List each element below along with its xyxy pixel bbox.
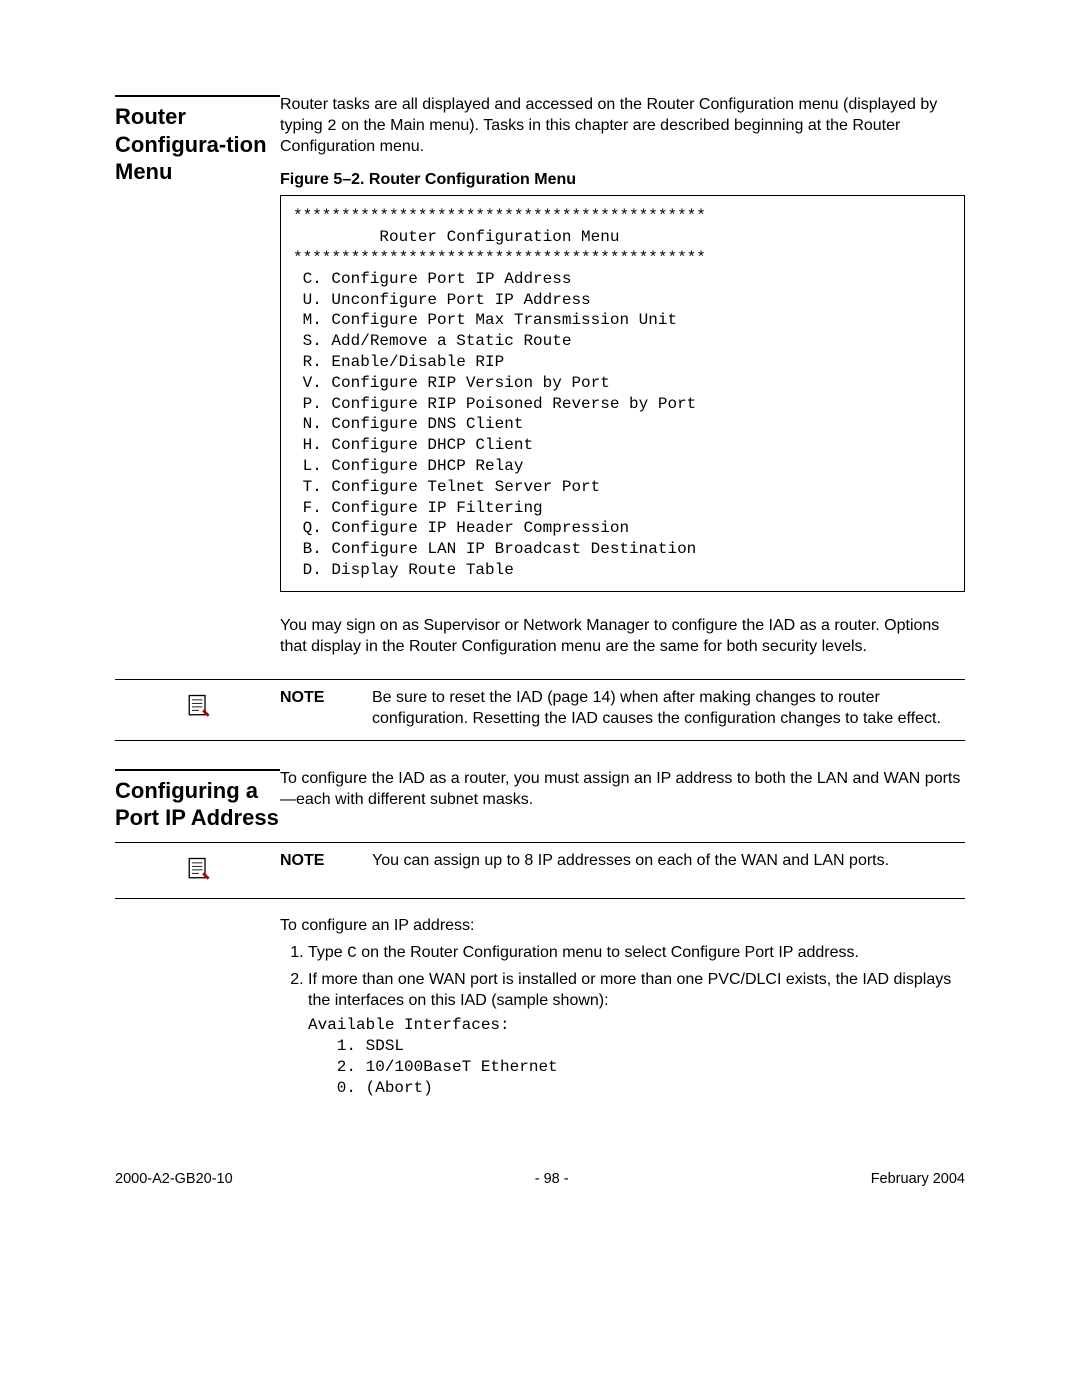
page: Router Configura-tion Menu Router tasks … <box>0 0 1080 1397</box>
heading-configuring-port-ip: Configuring a Port IP Address <box>115 769 280 832</box>
figure-caption: Figure 5–2. Router Configuration Menu <box>280 171 965 189</box>
steps-list: Type C on the Router Configuration menu … <box>280 943 965 1099</box>
step1-post: on the Router Configuration menu to sele… <box>357 944 859 961</box>
note-text-1: Be sure to reset the IAD (page 14) when … <box>372 688 965 730</box>
section-router-config-menu: Router Configura-tion Menu Router tasks … <box>115 95 965 669</box>
after-menu-paragraph: You may sign on as Supervisor or Network… <box>280 616 965 658</box>
step2-text: If more than one WAN port is installed o… <box>308 971 951 1009</box>
steps-content: To configure an IP address: Type C on th… <box>280 907 965 1105</box>
note-label-1: NOTE <box>280 688 372 730</box>
section-steps: To configure an IP address: Type C on th… <box>115 907 965 1105</box>
intro-post: on the Main menu). Tasks in this chapter… <box>280 117 900 155</box>
footer-center: - 98 - <box>535 1171 569 1187</box>
note-icon <box>184 855 212 888</box>
note-block-1: NOTE Be sure to reset the IAD (page 14) … <box>115 679 965 741</box>
note-block-2: NOTE You can assign up to 8 IP addresses… <box>115 842 965 899</box>
intro-paragraph: Router tasks are all displayed and acces… <box>280 95 965 157</box>
note-text-2: You can assign up to 8 IP addresses on e… <box>372 851 965 872</box>
note-body-2: NOTE You can assign up to 8 IP addresses… <box>280 851 965 872</box>
note-body-1: NOTE Be sure to reset the IAD (page 14) … <box>280 688 965 730</box>
sidebar-heading-2: Configuring a Port IP Address <box>115 769 280 832</box>
section-configuring-port-ip: Configuring a Port IP Address To configu… <box>115 769 965 832</box>
content-2: To configure the IAD as a router, you mu… <box>280 769 965 823</box>
section2-intro: To configure the IAD as a router, you mu… <box>280 769 965 811</box>
step1-pre: Type <box>308 944 347 961</box>
sidebar-heading-1: Router Configura-tion Menu <box>115 95 280 186</box>
note-icon-col-2 <box>115 851 280 888</box>
footer-left: 2000-A2-GB20-10 <box>115 1171 233 1187</box>
step-1: Type C on the Router Configuration menu … <box>308 943 965 964</box>
page-footer: 2000-A2-GB20-10 - 98 - February 2004 <box>115 1171 965 1187</box>
intro-key: 2 <box>327 117 337 135</box>
router-config-menu-box: ****************************************… <box>280 195 965 591</box>
note-label-2: NOTE <box>280 851 372 872</box>
heading-router-config-menu: Router Configura-tion Menu <box>115 95 280 186</box>
step1-key: C <box>347 944 357 962</box>
steps-intro: To configure an IP address: <box>280 917 965 935</box>
footer-right: February 2004 <box>871 1171 965 1187</box>
step-2: If more than one WAN port is installed o… <box>308 970 965 1099</box>
interfaces-code: Available Interfaces: 1. SDSL 2. 10/100B… <box>308 1015 965 1098</box>
content-1: Router tasks are all displayed and acces… <box>280 95 965 669</box>
note-icon-col-1 <box>115 688 280 725</box>
note-icon <box>184 692 212 725</box>
